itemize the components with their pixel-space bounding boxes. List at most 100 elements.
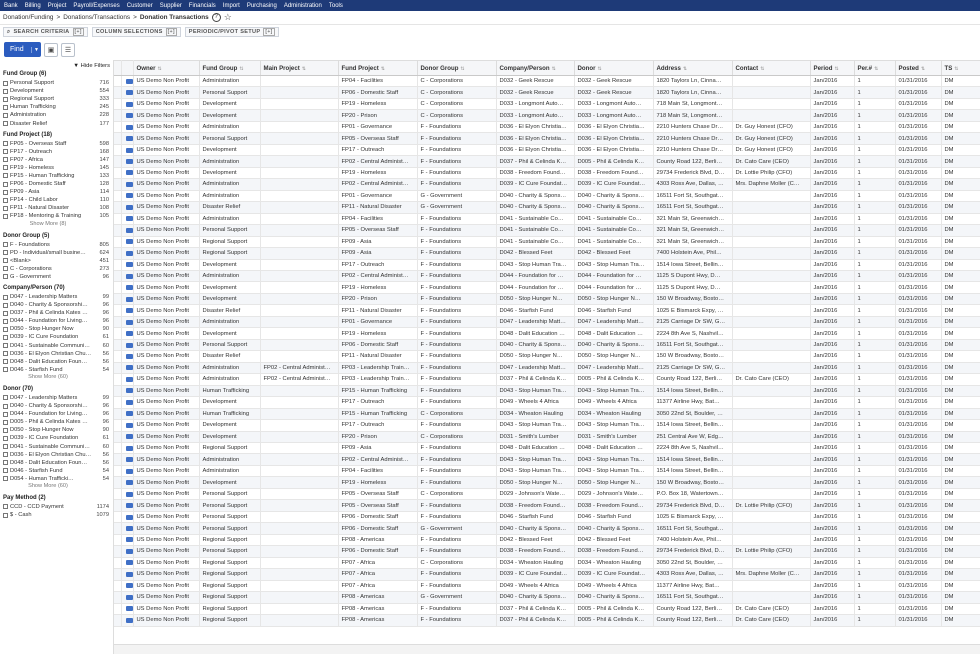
table-row[interactable]: US Demo Non Profit Development FP19 - Home… — [114, 476, 980, 489]
filter-checkbox[interactable] — [3, 452, 8, 458]
folder-icon[interactable] — [125, 503, 132, 509]
filter-checkbox[interactable] — [3, 468, 8, 474]
filter-checkbox[interactable] — [3, 403, 8, 409]
folder-icon[interactable] — [125, 285, 132, 291]
table-row[interactable]: US Demo Non Profit Administration FP04 - F… — [114, 465, 980, 478]
row-select-cell[interactable] — [114, 488, 122, 501]
row-icon-cell[interactable] — [121, 327, 134, 340]
nav-item-payroll-expenses[interactable]: Payroll/Expenses — [73, 3, 119, 9]
filter-checkbox[interactable] — [3, 157, 8, 163]
folder-icon[interactable] — [125, 514, 132, 520]
filter-item[interactable]: Human Trafficking 245 — [3, 103, 113, 111]
sort-icon[interactable]: ⇅ — [874, 66, 878, 72]
table-row[interactable]: US Demo Non Profit Administration FP04 - F… — [114, 213, 980, 226]
sort-icon[interactable]: ⇅ — [552, 66, 556, 72]
column-header-donor[interactable]: Donor ⇅ — [574, 60, 654, 76]
filter-checkbox[interactable] — [3, 460, 8, 466]
folder-icon[interactable] — [125, 560, 132, 566]
table-row[interactable]: US Demo Non Profit Regional Support FP08 -… — [114, 534, 980, 547]
row-select-cell[interactable] — [114, 534, 122, 547]
filter-checkbox[interactable] — [3, 427, 8, 433]
row-icon-cell[interactable] — [121, 465, 134, 478]
table-row[interactable]: US Demo Non Profit Regional Support FP08 -… — [114, 591, 980, 604]
row-icon-cell[interactable] — [121, 476, 134, 489]
table-row[interactable]: US Demo Non Profit Development FP19 - Home… — [114, 327, 980, 340]
folder-icon[interactable] — [125, 262, 132, 268]
table-row[interactable]: US Demo Non Profit Human Trafficking FP15 … — [114, 408, 980, 421]
nav-item-customer[interactable]: Customer — [127, 3, 153, 9]
row-icon-cell[interactable] — [121, 155, 134, 168]
table-row[interactable]: US Demo Non Profit Regional Support FP07 -… — [114, 568, 980, 581]
filter-item[interactable]: D040 - Charity & Sponsorshi… 96 — [3, 301, 113, 309]
column-header-fund-group[interactable]: Fund Group ⇅ — [199, 60, 261, 76]
filter-checkbox[interactable] — [3, 112, 8, 118]
filter-item[interactable]: D046 - Starfish Fund 54 — [3, 467, 113, 475]
column-header-company-person[interactable]: Company/Person ⇅ — [496, 60, 575, 76]
filter-checkbox[interactable] — [3, 435, 8, 441]
row-icon-cell[interactable] — [121, 167, 134, 180]
filter-item[interactable]: D046 - Starfish Fund 54 — [3, 366, 113, 374]
folder-icon[interactable] — [125, 193, 132, 199]
table-row[interactable]: US Demo Non Profit Development FP20 - Pris… — [114, 293, 980, 306]
row-select-cell[interactable] — [114, 362, 122, 375]
show-more-link[interactable]: Show More (60) — [3, 374, 113, 382]
row-icon-cell[interactable] — [121, 132, 134, 145]
filter-item[interactable]: PD - Individual/small busine… 624 — [3, 249, 113, 257]
filter-item[interactable]: D047 - Leadership Matters 99 — [3, 394, 113, 402]
breadcrumb-donation-funding[interactable]: Donation/Funding — [3, 14, 53, 21]
row-select-cell[interactable] — [114, 499, 122, 512]
row-icon-cell[interactable] — [121, 534, 134, 547]
row-icon-cell[interactable] — [121, 213, 134, 226]
filter-item[interactable]: D048 - Dalit Education Foun… 56 — [3, 358, 113, 366]
filter-item[interactable]: Development 554 — [3, 87, 113, 95]
row-select-cell[interactable] — [114, 293, 122, 306]
column-header-per[interactable]: Per.# ⇅ — [854, 60, 896, 76]
row-select-cell[interactable] — [114, 373, 122, 386]
row-icon-cell[interactable] — [121, 568, 134, 581]
favorite-star-icon[interactable]: ☆ — [224, 13, 232, 22]
row-select-cell[interactable] — [114, 109, 122, 122]
table-row[interactable]: US Demo Non Profit Administration FP02 - C… — [114, 155, 980, 168]
save-icon[interactable]: ▣ — [44, 42, 58, 57]
row-icon-cell[interactable] — [121, 499, 134, 512]
row-icon-cell[interactable] — [121, 270, 134, 283]
table-row[interactable]: US Demo Non Profit Administration FP04 - F… — [114, 75, 980, 88]
table-row[interactable]: US Demo Non Profit Administration FP02 - C… — [114, 362, 980, 375]
table-row[interactable]: US Demo Non Profit Regional Support FP09 -… — [114, 247, 980, 260]
row-select-cell[interactable] — [114, 247, 122, 260]
filter-item[interactable]: <Blank> 451 — [3, 257, 113, 265]
filter-item[interactable]: D044 - Foundation for Living… 96 — [3, 410, 113, 418]
row-select-cell[interactable] — [114, 281, 122, 294]
folder-icon[interactable] — [125, 78, 132, 84]
row-icon-cell[interactable] — [121, 408, 134, 421]
column-header-donor-group[interactable]: Donor Group ⇅ — [417, 60, 497, 76]
filter-item[interactable]: C - Corporations 273 — [3, 265, 113, 273]
row-select-cell[interactable] — [114, 327, 122, 340]
filter-item[interactable]: D036 - El Elyon Christian Chu… 56 — [3, 451, 113, 459]
nav-item-project[interactable]: Project — [48, 3, 67, 9]
row-icon-cell[interactable] — [121, 522, 134, 535]
filter-checkbox[interactable] — [3, 476, 8, 482]
row-select-cell[interactable] — [114, 419, 122, 432]
find-button[interactable]: Find ▼ — [4, 42, 41, 57]
row-icon-cell[interactable] — [121, 580, 134, 593]
table-row[interactable]: US Demo Non Profit Administration FP02 - C… — [114, 453, 980, 466]
folder-icon[interactable] — [125, 537, 132, 543]
folder-icon[interactable] — [125, 491, 132, 497]
row-icon-cell[interactable] — [121, 121, 134, 134]
row-icon-cell[interactable] — [121, 293, 134, 306]
row-icon-cell[interactable] — [121, 591, 134, 604]
table-row[interactable]: US Demo Non Profit Regional Support FP08 -… — [114, 614, 980, 627]
filter-checkbox[interactable] — [3, 326, 8, 332]
horizontal-scrollbar[interactable] — [114, 644, 980, 654]
filter-item[interactable]: FP07 - Africa 147 — [3, 156, 113, 164]
filter-checkbox[interactable] — [3, 419, 8, 425]
search-criteria-toggle[interactable]: ⌕ SEARCH CRITERIA [+] — [3, 27, 88, 37]
filter-checkbox[interactable] — [3, 213, 8, 219]
sort-icon[interactable]: ⇅ — [597, 66, 601, 72]
row-icon-cell[interactable] — [121, 385, 134, 398]
row-icon-cell[interactable] — [121, 75, 134, 88]
table-row[interactable]: US Demo Non Profit Development FP17 - Outr… — [114, 144, 980, 157]
column-header-fund-project[interactable]: Fund Project ⇅ — [338, 60, 418, 76]
table-row[interactable]: US Demo Non Profit Administration FP01 - G… — [114, 316, 980, 329]
